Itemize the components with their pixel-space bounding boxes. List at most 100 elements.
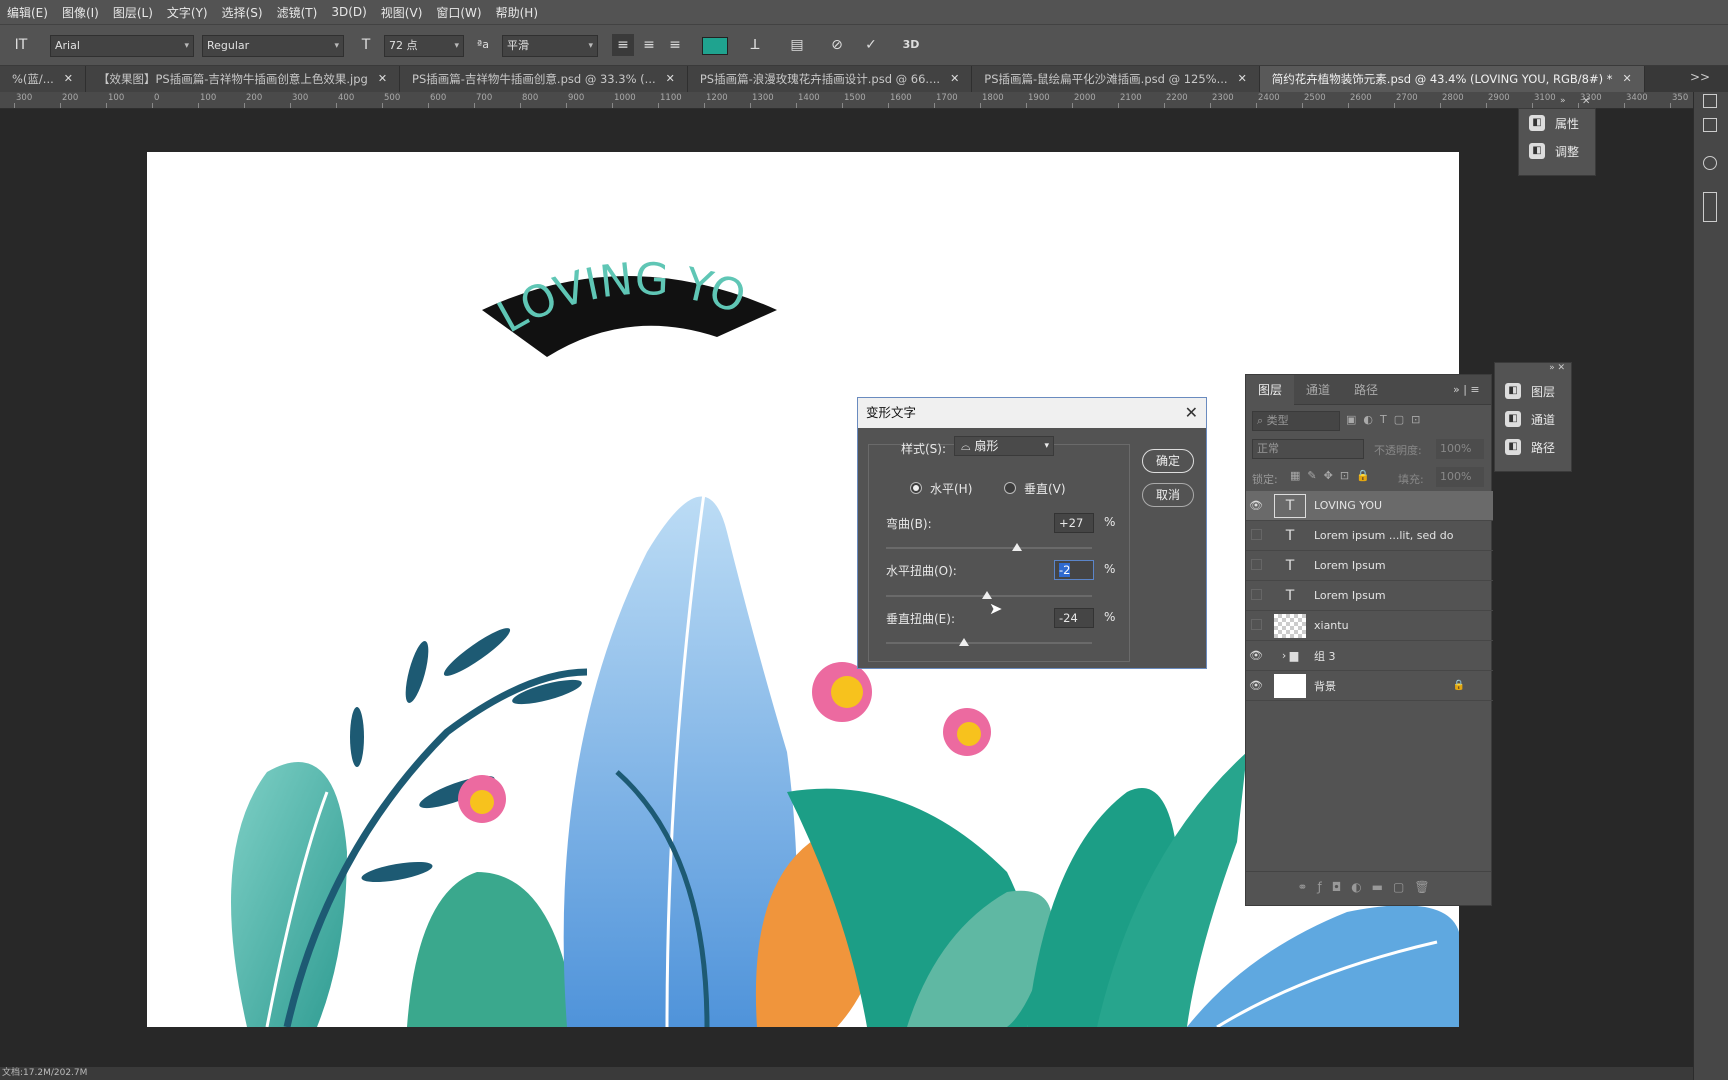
menu-item[interactable]: 窗口(W): [429, 4, 488, 21]
panel-icon[interactable]: [1703, 156, 1717, 170]
font-style-select[interactable]: Regular ▾: [202, 35, 344, 57]
visibility-eye-icon[interactable]: 👁: [1246, 649, 1266, 662]
fill-input[interactable]: 100%: [1436, 467, 1484, 487]
dock-item[interactable]: ◧ 调整: [1519, 137, 1595, 165]
dock-item[interactable]: ◧ 图层: [1495, 377, 1571, 405]
ruler-label: 900: [568, 93, 585, 103]
layer-row[interactable]: xiantu: [1246, 611, 1493, 641]
menu-item[interactable]: 滤镜(T): [270, 4, 325, 21]
close-icon[interactable]: ✕: [1185, 398, 1198, 428]
vdist-slider[interactable]: [886, 642, 1092, 644]
visibility-eye-icon[interactable]: [1246, 528, 1266, 543]
3d-icon[interactable]: 3D: [900, 34, 922, 56]
close-icon[interactable]: ✕: [1234, 66, 1247, 92]
opacity-input[interactable]: 100%: [1436, 439, 1484, 459]
vdist-slider-thumb[interactable]: [959, 638, 970, 646]
commit-check-icon[interactable]: ✓: [860, 34, 882, 56]
menu-item[interactable]: 编辑(E): [0, 4, 55, 21]
align-center-icon[interactable]: ≡: [638, 34, 660, 56]
layer-name: xiantu: [1314, 619, 1349, 632]
filter-icons[interactable]: ▣◐T▢⊡: [1346, 413, 1427, 426]
menu-item[interactable]: 选择(S): [215, 4, 270, 21]
visibility-eye-icon[interactable]: [1246, 588, 1266, 603]
close-icon[interactable]: ✕: [374, 66, 387, 92]
layer-row[interactable]: 👁 › ▆ 组 3: [1246, 641, 1493, 671]
menu-item[interactable]: 3D(D): [324, 5, 373, 19]
bend-slider-thumb[interactable]: [1011, 543, 1022, 551]
layer-row[interactable]: T Lorem ipsum ...lit, sed do: [1246, 521, 1493, 551]
layer-row[interactable]: T Lorem Ipsum: [1246, 551, 1493, 581]
layer-row[interactable]: T Lorem Ipsum: [1246, 581, 1493, 611]
vertical-radio[interactable]: [1004, 482, 1016, 494]
ruler-label: 2900: [1488, 93, 1510, 103]
layers-tab[interactable]: 通道: [1294, 375, 1342, 405]
bend-slider[interactable]: [886, 547, 1092, 549]
align-left-icon[interactable]: ≡: [612, 34, 634, 56]
text-orientation-icon[interactable]: IT: [10, 34, 32, 56]
panel-icon[interactable]: [1703, 94, 1717, 108]
lock-icons[interactable]: ▦✎✥⊡🔒: [1290, 469, 1377, 482]
visibility-eye-icon[interactable]: [1246, 558, 1266, 573]
cancel-icon[interactable]: ⊘: [826, 34, 848, 56]
hdist-input[interactable]: -2: [1054, 560, 1094, 580]
document-tab[interactable]: PS插画篇-吉祥物牛插画创意.psd @ 33.3% (... ✕: [400, 66, 688, 92]
close-icon[interactable]: ✕: [662, 66, 675, 92]
ruler-label: 2600: [1350, 93, 1372, 103]
panel-icon[interactable]: [1703, 118, 1717, 132]
visibility-eye-icon[interactable]: 👁: [1246, 679, 1266, 692]
layers-dock: » ✕ ◧ 图层 ◧ 通道 ◧ 路径: [1494, 362, 1572, 472]
warp-text-icon[interactable]: ꓕ: [744, 34, 766, 56]
layers-tab[interactable]: 路径: [1342, 375, 1390, 405]
ruler-mark: [750, 103, 751, 108]
visibility-eye-icon[interactable]: [1246, 618, 1266, 633]
hdist-slider-thumb[interactable]: [981, 591, 992, 599]
document-tab[interactable]: 【效果图】PS插画篇-吉祥物牛插画创意上色效果.jpg ✕: [85, 66, 401, 92]
close-icon[interactable]: ✕: [60, 66, 73, 92]
visibility-eye-icon[interactable]: 👁: [1246, 499, 1266, 512]
bend-input[interactable]: +27: [1054, 513, 1094, 533]
ok-button[interactable]: 确定: [1142, 449, 1194, 473]
blend-mode-select[interactable]: 正常: [1252, 439, 1364, 459]
font-family-select[interactable]: Arial ▾: [50, 35, 194, 57]
menu-item[interactable]: 文字(Y): [160, 4, 215, 21]
dock-item[interactable]: ◧ 路径: [1495, 433, 1571, 461]
document-tab[interactable]: PS插画篇-鼠绘扁平化沙滩插画.psd @ 125%... ✕: [972, 66, 1260, 92]
layers-tab[interactable]: 图层: [1246, 374, 1295, 405]
panel-icon[interactable]: [1703, 192, 1717, 222]
menu-item[interactable]: 图像(I): [55, 4, 106, 21]
character-panel-icon[interactable]: ▤: [786, 34, 808, 56]
antialias-select[interactable]: 平滑 ▾: [502, 35, 598, 57]
horizontal-radio[interactable]: [910, 482, 922, 494]
align-right-icon[interactable]: ≡: [664, 34, 686, 56]
layer-actions[interactable]: ⚭ƒ◘◐▬▢🗑: [1246, 871, 1491, 901]
panel-menu-icon[interactable]: » | ≡: [1453, 383, 1480, 396]
vdist-input[interactable]: -24: [1054, 608, 1094, 628]
collapse-icon[interactable]: »: [1560, 96, 1566, 106]
close-icon[interactable]: » ✕: [1495, 363, 1571, 377]
ruler-label: 1600: [890, 93, 912, 103]
ruler-mark: [1026, 103, 1027, 108]
layer-row[interactable]: 👁 背景 🔒: [1246, 671, 1493, 701]
cancel-button[interactable]: 取消: [1142, 483, 1194, 507]
dock-item[interactable]: ◧ 属性: [1519, 109, 1595, 137]
ruler-label: 200: [246, 93, 263, 103]
tab-overflow-icon[interactable]: >>: [1690, 70, 1710, 84]
font-size-select[interactable]: 72 点 ▾: [384, 35, 464, 57]
document-tab[interactable]: PS插画篇-浪漫玫瑰花卉插画设计.psd @ 66.... ✕: [687, 66, 973, 92]
close-icon[interactable]: ✕: [946, 66, 959, 92]
layer-thumbnail: [1274, 613, 1306, 638]
menu-item[interactable]: 图层(L): [106, 4, 160, 21]
style-select[interactable]: ⌓ 扇形 ▾: [954, 436, 1054, 456]
menu-item[interactable]: 帮助(H): [489, 4, 545, 21]
close-icon[interactable]: ✕: [1619, 66, 1632, 92]
dock-item[interactable]: ◧ 通道: [1495, 405, 1571, 433]
text-color-swatch[interactable]: [702, 37, 728, 55]
layer-row[interactable]: 👁 T LOVING YOU: [1246, 491, 1493, 521]
document-tab[interactable]: 简约花卉植物装饰元素.psd @ 43.4% (LOVING YOU, RGB/…: [1259, 66, 1645, 92]
close-icon[interactable]: ✕: [1582, 96, 1590, 107]
document-tab[interactable]: %(蓝/... ✕: [0, 66, 86, 92]
chevron-down-icon: ▾: [334, 41, 339, 51]
menu-item[interactable]: 视图(V): [374, 4, 430, 21]
mouse-cursor-icon: ➤: [989, 599, 1003, 618]
layer-filter-select[interactable]: ⌕ 类型: [1252, 411, 1340, 431]
